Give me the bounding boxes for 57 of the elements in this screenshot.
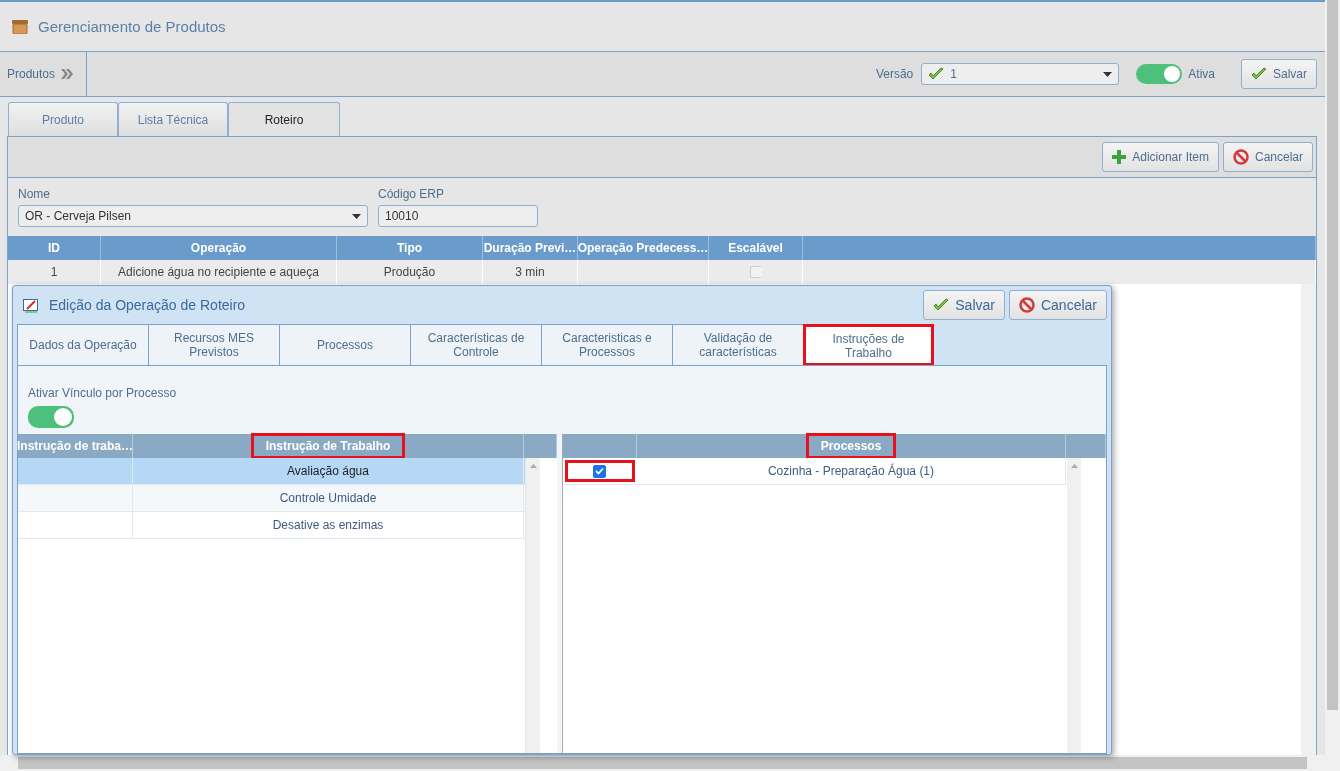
tab[interactable]: Produto bbox=[8, 102, 118, 136]
dialog-title: Edição da Operação de Roteiro bbox=[49, 297, 247, 313]
table-cell: Controle Umidade bbox=[133, 485, 524, 511]
breadcrumb-link[interactable]: Produtos bbox=[7, 67, 56, 81]
check-icon bbox=[928, 67, 945, 81]
column-header[interactable]: Instrução de Trabalho bbox=[253, 436, 403, 456]
tab[interactable]: Lista Técnica bbox=[118, 102, 228, 136]
box-icon bbox=[12, 19, 28, 34]
scroll-up-arrow-icon bbox=[529, 464, 537, 468]
table-row[interactable]: Controle Umidade bbox=[18, 485, 525, 512]
plus-icon bbox=[1112, 150, 1127, 164]
table-cell: 1 bbox=[8, 260, 101, 284]
scroll-up-arrow-icon bbox=[1070, 464, 1078, 468]
cancel-button[interactable]: Cancelar bbox=[1008, 290, 1107, 320]
check-icon bbox=[933, 298, 950, 312]
toggle-label: Ativa bbox=[1188, 67, 1215, 81]
tab[interactable]: Instruções de Trabalho bbox=[803, 324, 934, 366]
tab[interactable]: Processos bbox=[279, 324, 410, 365]
link-toggle[interactable] bbox=[28, 406, 74, 428]
select-field[interactable]: OR - Cerveja Pilsen bbox=[18, 205, 368, 227]
add-item-button[interactable]: Adicionar Item bbox=[1102, 142, 1219, 172]
field-label: Nome bbox=[18, 187, 51, 201]
table-cell: 3 min bbox=[483, 260, 578, 284]
toggle-label: Ativar Vínculo por Processo bbox=[28, 386, 178, 400]
column-header[interactable]: Processos bbox=[808, 436, 894, 456]
table-cell: Adicione água no recipiente e aqueça bbox=[101, 260, 337, 284]
double-chevron-icon bbox=[61, 69, 74, 79]
page-title: Gerenciamento de Produtos bbox=[38, 18, 226, 35]
cancel-icon bbox=[1018, 297, 1035, 313]
check-icon bbox=[1251, 67, 1267, 81]
tab[interactable]: Caracteristicas e Processos bbox=[541, 324, 672, 365]
table-row[interactable]: Avaliação água bbox=[18, 458, 525, 485]
caret-icon bbox=[352, 213, 361, 219]
save-button[interactable]: Salvar bbox=[923, 290, 1005, 320]
version-select[interactable]: 1 bbox=[921, 63, 1120, 85]
table-row[interactable]: Desative as enzimas bbox=[18, 512, 525, 539]
table-cell: Avaliação água bbox=[133, 458, 524, 484]
active-toggle[interactable] bbox=[1136, 64, 1183, 84]
cancel-button[interactable]: Cancelar bbox=[1222, 142, 1313, 172]
tab[interactable]: Recursos MES Previstos bbox=[148, 324, 279, 365]
table-cell: Produção bbox=[337, 260, 483, 284]
cancel-icon bbox=[1232, 149, 1249, 165]
save-button[interactable]: Salvar bbox=[1241, 59, 1317, 89]
tab[interactable]: Dados da Operação bbox=[17, 324, 148, 365]
checkbox[interactable] bbox=[593, 464, 606, 478]
table-cell: Cozinha - Preparação Água (1) bbox=[637, 458, 1066, 484]
edit-form-icon bbox=[23, 297, 39, 313]
version-label: Versão bbox=[875, 67, 914, 81]
tab[interactable]: Validação de características bbox=[672, 324, 803, 365]
caret-icon bbox=[1103, 71, 1113, 77]
table-cell: Desative as enzimas bbox=[133, 512, 524, 538]
tab[interactable]: Roteiro bbox=[228, 102, 340, 137]
input-field[interactable]: 10010 bbox=[378, 205, 538, 227]
field-label: Código ERP bbox=[378, 187, 446, 201]
column-header[interactable]: Instrução de traba… bbox=[5, 436, 145, 456]
tab[interactable]: Características de Controle bbox=[410, 324, 541, 365]
checkmark-icon bbox=[595, 467, 604, 475]
